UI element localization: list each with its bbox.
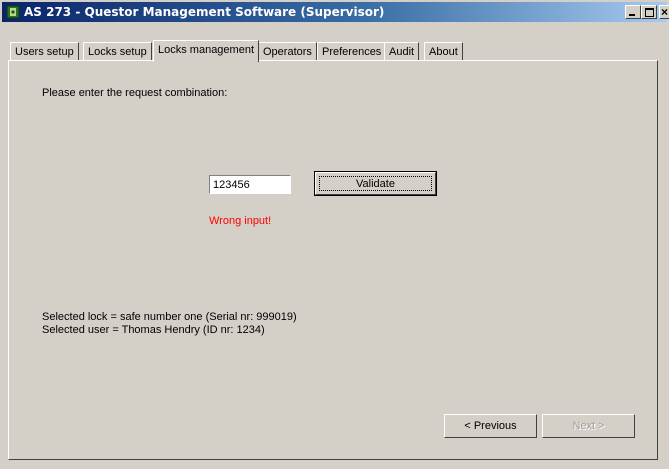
tab-locks-setup[interactable]: Locks setup	[83, 42, 152, 61]
combination-input[interactable]	[209, 175, 291, 194]
tab-about[interactable]: About	[424, 42, 463, 61]
next-button[interactable]: Next >	[542, 414, 635, 438]
error-message: Wrong input!	[209, 215, 272, 227]
tab-label: Audit	[389, 46, 415, 58]
tab-label: Operators	[263, 46, 312, 58]
locks-management-panel	[8, 60, 658, 460]
tab-audit[interactable]: Audit	[384, 42, 420, 61]
combination-prompt: Please enter the request combination:	[42, 87, 228, 99]
selected-lock-info: Selected lock = safe number one (Serial …	[42, 311, 297, 323]
title-bar[interactable]: AS 273 - Questor Management Software (Su…	[2, 2, 669, 22]
selected-user-info: Selected user = Thomas Hendry (ID nr: 12…	[42, 324, 265, 336]
tab-label: About	[429, 46, 458, 58]
tab-label: Preferences	[322, 46, 382, 58]
window-title: AS 273 - Questor Management Software (Su…	[24, 5, 385, 19]
close-button[interactable]: ×	[659, 5, 669, 19]
validate-button[interactable]: Validate	[314, 171, 437, 196]
minimize-icon	[629, 14, 635, 16]
tab-label: Locks management	[158, 44, 254, 56]
tab-label: Locks setup	[88, 46, 147, 58]
validate-label: Validate	[319, 176, 432, 191]
app-window: AS 273 - Questor Management Software (Su…	[0, 0, 669, 469]
tab-operators[interactable]: Operators	[258, 42, 317, 61]
minimize-button[interactable]	[625, 5, 641, 19]
tab-preferences[interactable]: Preferences	[317, 42, 387, 61]
app-icon	[6, 5, 20, 19]
tab-locks-management[interactable]: Locks management	[153, 40, 259, 62]
maximize-button[interactable]	[641, 5, 657, 19]
tab-label: Users setup	[15, 46, 74, 58]
close-icon: ×	[661, 5, 669, 19]
tab-users-setup[interactable]: Users setup	[10, 42, 79, 61]
previous-button[interactable]: < Previous	[444, 414, 537, 438]
maximize-icon	[645, 8, 654, 17]
